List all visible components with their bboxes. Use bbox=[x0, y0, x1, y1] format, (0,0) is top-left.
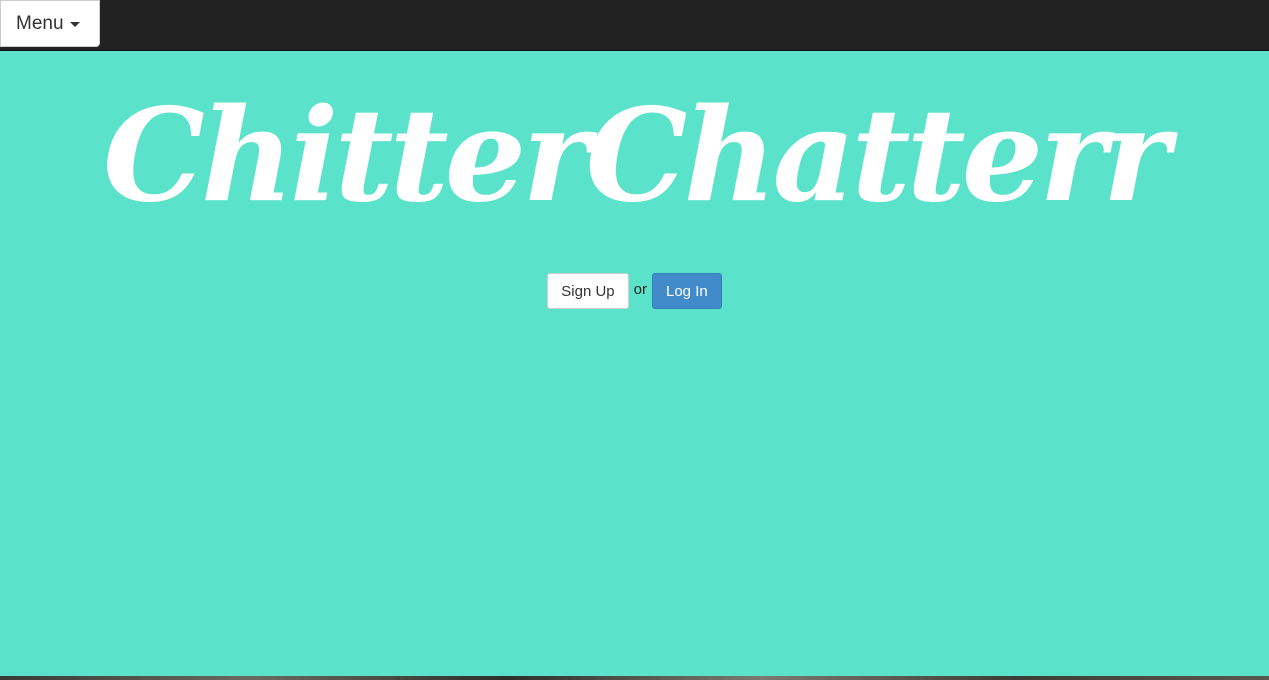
top-navbar: Menu bbox=[0, 0, 1269, 51]
caret-down-icon bbox=[69, 22, 80, 27]
hero-section: ChitterChatterr Sign Up or Log In bbox=[0, 51, 1269, 676]
menu-dropdown-button[interactable]: Menu bbox=[0, 0, 100, 47]
sign-up-button[interactable]: Sign Up bbox=[547, 273, 629, 309]
brand-title: ChitterChatterr bbox=[102, 81, 1170, 231]
or-separator: or bbox=[633, 280, 647, 298]
log-in-button[interactable]: Log In bbox=[652, 273, 722, 309]
auth-actions: Sign Up or Log In bbox=[0, 273, 1269, 309]
bottom-background-image bbox=[0, 676, 1269, 680]
menu-label: Menu bbox=[16, 12, 64, 34]
